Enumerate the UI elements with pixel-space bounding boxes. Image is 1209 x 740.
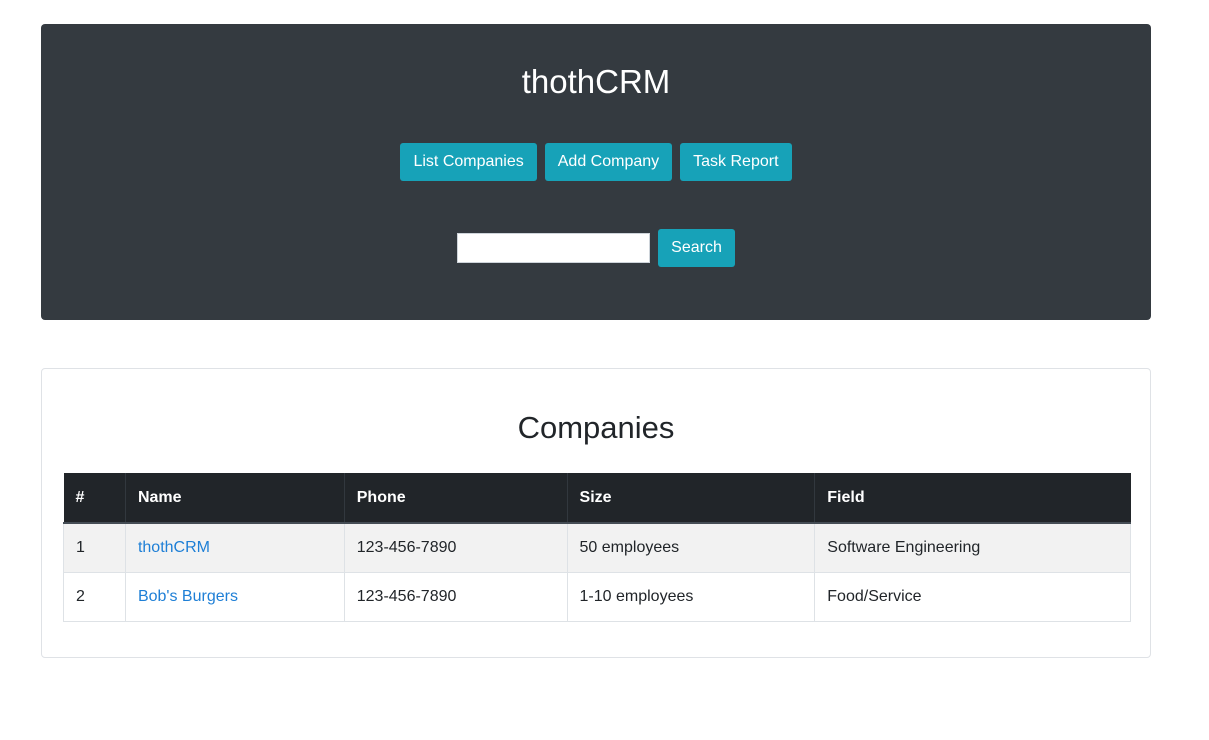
column-header-number: # (63, 473, 126, 524)
header-jumbotron: thothCRM List Companies Add Company Task… (41, 24, 1151, 320)
companies-card: Companies # Name Phone Size Field 1 thot… (41, 368, 1151, 658)
task-report-button[interactable]: Task Report (680, 143, 792, 181)
add-company-button[interactable]: Add Company (544, 143, 673, 181)
table-row: 2 Bob's Burgers 123-456-7890 1-10 employ… (63, 571, 1131, 622)
cell-number: 1 (63, 522, 126, 573)
table-row: 1 thothCRM 123-456-7890 50 employees Sof… (63, 522, 1131, 573)
cell-name: Bob's Burgers (124, 571, 345, 622)
company-link[interactable]: thothCRM (138, 539, 210, 556)
column-header-field: Field (814, 473, 1131, 524)
companies-table: # Name Phone Size Field 1 thothCRM 123-4… (63, 473, 1131, 622)
column-header-phone: Phone (344, 473, 568, 524)
nav-buttons: List Companies Add Company Task Report (41, 143, 1151, 181)
cell-name: thothCRM (124, 522, 345, 573)
app-title: thothCRM (521, 63, 671, 100)
column-header-name: Name (125, 473, 345, 524)
company-link[interactable]: Bob's Burgers (138, 588, 238, 605)
search-button[interactable]: Search (658, 229, 735, 267)
cell-field: Food/Service (814, 571, 1131, 622)
search-form: Search (41, 229, 1151, 267)
cell-phone: 123-456-7890 (343, 522, 568, 573)
cell-size: 1-10 employees (566, 571, 816, 622)
cell-number: 2 (63, 571, 126, 622)
table-header-row: # Name Phone Size Field (63, 473, 1131, 524)
cell-size: 50 employees (566, 522, 816, 573)
cell-phone: 123-456-7890 (343, 571, 568, 622)
companies-title: Companies (517, 410, 675, 445)
cell-field: Software Engineering (814, 522, 1131, 573)
column-header-size: Size (567, 473, 816, 524)
search-input[interactable] (457, 233, 651, 263)
list-companies-button[interactable]: List Companies (400, 143, 537, 181)
